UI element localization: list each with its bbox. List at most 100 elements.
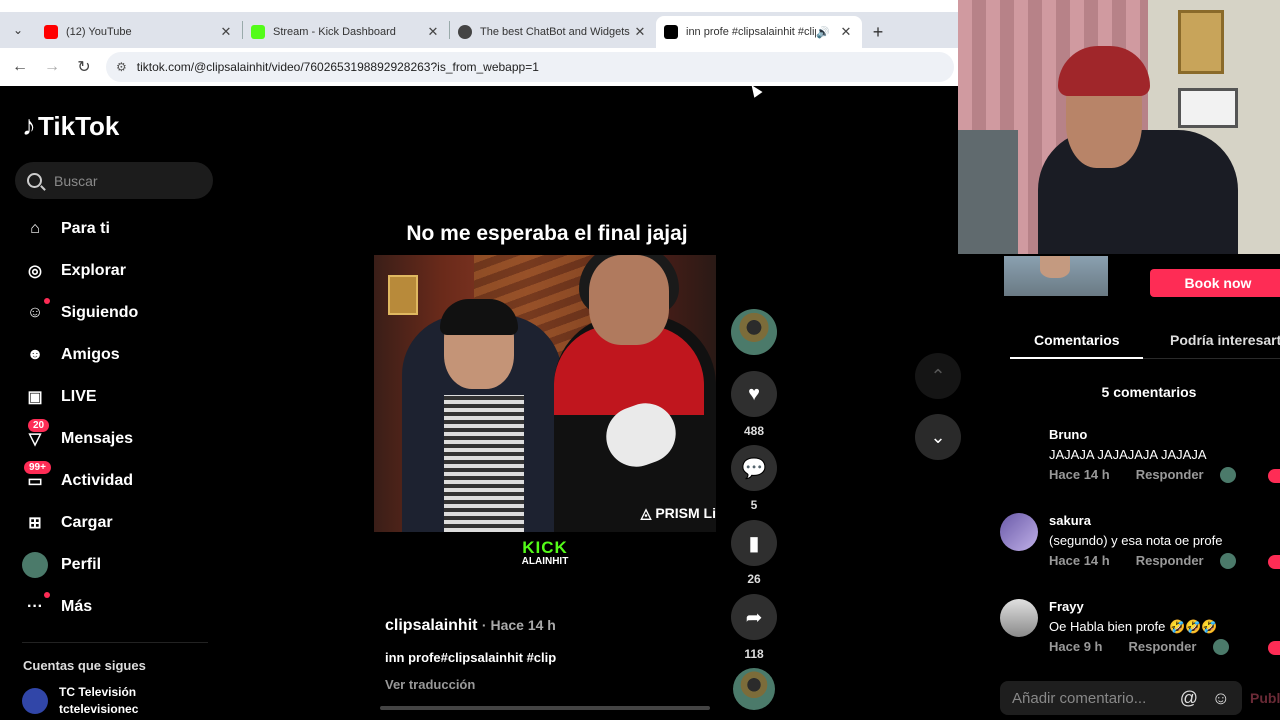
sidebar-item-label: Mensajes <box>61 430 134 447</box>
site-info-icon[interactable]: ⚙ <box>116 60 127 74</box>
forward-button[interactable]: → <box>36 51 68 83</box>
sidebar-item-perfil[interactable]: Perfil <box>22 550 101 580</box>
ad-thumbnail[interactable] <box>1004 256 1108 296</box>
like-button[interactable]: ♥ <box>731 371 777 417</box>
heart-icon[interactable] <box>1268 641 1280 655</box>
active-tab-indicator <box>1010 357 1143 359</box>
comment-time: Hace 14 h <box>1049 553 1110 568</box>
comment-author[interactable]: sakura <box>1049 513 1091 528</box>
like-count: 488 <box>743 424 765 438</box>
video-player[interactable]: ◬ PRISM Li <box>374 255 716 532</box>
new-tab-button[interactable]: + <box>862 16 894 48</box>
friends-icon: ☻ <box>26 346 44 363</box>
tiktok-sidebar: ♪ TikTok Buscar ⌂ Para ti ◎ Explorar ☺ S… <box>0 88 230 720</box>
logo-text: TikTok <box>38 110 120 141</box>
video-person <box>589 255 669 345</box>
video-progress-bar[interactable] <box>380 706 710 710</box>
creator-liked-avatar <box>1213 639 1229 655</box>
avatar[interactable] <box>1000 513 1038 551</box>
mention-icon[interactable]: @ <box>1180 688 1198 709</box>
sidebar-item-explorar[interactable]: ◎ Explorar <box>22 256 126 286</box>
sidebar-item-label: Amigos <box>61 346 120 363</box>
comment-author[interactable]: Frayy <box>1049 599 1084 614</box>
sidebar-item-label: Más <box>61 598 93 615</box>
close-icon[interactable]: ✕ <box>632 24 648 40</box>
youtube-icon <box>44 25 58 39</box>
share-button[interactable]: ➦ <box>731 594 777 640</box>
tiktok-logo[interactable]: ♪ TikTok <box>22 110 119 142</box>
activity-badge: 99+ <box>24 461 51 474</box>
tab-podria-interesarte[interactable]: Podría interesarte <box>1170 332 1280 348</box>
creator-liked-avatar <box>1220 553 1236 569</box>
tab-youtube[interactable]: (12) YouTube ✕ <box>36 16 242 48</box>
avatar[interactable] <box>1000 427 1038 465</box>
tab-search-button[interactable]: ⌄ <box>0 12 36 48</box>
back-button[interactable]: ← <box>4 51 36 83</box>
following-account[interactable]: TC Televisión tctelevisionec <box>22 684 138 718</box>
save-button[interactable]: ▮ <box>731 520 777 566</box>
comments-count: 5 comentarios <box>1101 384 1197 400</box>
translate-link[interactable]: Ver traducción <box>385 677 475 692</box>
chevron-up-icon: ⌃ <box>930 365 946 386</box>
book-now-button[interactable]: Book now <box>1150 269 1280 297</box>
author-avatar[interactable] <box>731 309 777 355</box>
tiktok-icon <box>664 25 678 39</box>
watermark-text: PRISM Li <box>655 505 716 521</box>
sidebar-item-actividad[interactable]: ▭ 99+ Actividad <box>22 461 133 496</box>
sidebar-item-label: Perfil <box>61 556 102 573</box>
kick-logo-top: KICK <box>522 538 568 557</box>
sidebar-item-siguiendo[interactable]: ☺ Siguiendo <box>22 298 138 328</box>
search-input[interactable]: Buscar <box>15 162 213 199</box>
tab-chatbot[interactable]: The best ChatBot and Widgets ✕ <box>450 16 656 48</box>
sidebar-item-live[interactable]: ▣ LIVE <box>22 382 96 412</box>
url-field[interactable]: ⚙ tiktok.com/@clipsalainhit/video/760265… <box>106 52 954 82</box>
browser-tab-bar: ⌄ (12) YouTube ✕ Stream - Kick Dashboard… <box>0 12 958 48</box>
reply-button[interactable]: Responder <box>1136 553 1204 568</box>
comment-meta: Hace 14 h Responder <box>1049 467 1204 482</box>
upload-icon: ⊞ <box>28 515 42 532</box>
tab-kick-dashboard[interactable]: Stream - Kick Dashboard ✕ <box>243 16 449 48</box>
video-watermark: ◬ PRISM Li <box>641 505 716 522</box>
comment-count: 5 <box>750 498 758 512</box>
sidebar-item-label: Cargar <box>61 514 113 531</box>
author-name[interactable]: clipsalainhit <box>385 617 477 634</box>
close-icon[interactable]: ✕ <box>218 24 234 40</box>
kick-icon <box>251 25 265 39</box>
tab-comments[interactable]: Comentarios <box>1034 332 1120 348</box>
sidebar-item-cargar[interactable]: ⊞ Cargar <box>22 508 113 538</box>
tiktok-note-icon: ♪ <box>22 110 36 141</box>
comment-icon: 💬 <box>741 457 767 480</box>
comment-author[interactable]: Bruno <box>1049 427 1087 442</box>
next-video-button[interactable]: ⌄ <box>915 414 961 460</box>
search-placeholder: Buscar <box>54 172 98 189</box>
close-icon[interactable]: ✕ <box>425 24 441 40</box>
tab-label: Stream - Kick Dashboard <box>273 26 396 38</box>
sidebar-item-mas[interactable]: ··· Más <box>22 592 92 622</box>
heart-icon[interactable] <box>1268 469 1280 483</box>
speaker-icon[interactable]: 🔊 <box>816 26 830 39</box>
heart-icon[interactable] <box>1268 555 1280 569</box>
comment-input[interactable]: Añadir comentario... @ ☺ <box>1000 681 1242 715</box>
prism-icon: ◬ <box>640 505 656 521</box>
reply-button[interactable]: Responder <box>1128 639 1196 654</box>
avatar <box>22 688 48 714</box>
comments-tabs: Comentarios Podría interesarte <box>1010 322 1280 359</box>
comment-button[interactable]: 💬 <box>731 445 777 491</box>
previous-video-button[interactable]: ⌃ <box>915 353 961 399</box>
reload-button[interactable]: ↻ <box>68 51 100 83</box>
video-author[interactable]: clipsalainhit · Hace 14 h <box>385 617 556 635</box>
music-disc-avatar[interactable] <box>733 668 775 710</box>
reply-button[interactable]: Responder <box>1136 467 1204 482</box>
sidebar-item-mensajes[interactable]: ▽ 20 Mensajes <box>22 419 134 454</box>
webcam-background <box>1178 10 1224 74</box>
post-button[interactable]: Publ <box>1250 690 1280 706</box>
streamer <box>1038 130 1238 254</box>
avatar[interactable] <box>1000 599 1038 637</box>
sidebar-item-para-ti[interactable]: ⌂ Para ti <box>22 214 110 244</box>
webcam-background <box>958 130 1018 254</box>
tab-tiktok[interactable]: inn profe #clipsalainhit #clip 🔊 ✕ <box>656 16 862 48</box>
emoji-icon[interactable]: ☺ <box>1212 688 1230 709</box>
sidebar-item-amigos[interactable]: ☻ Amigos <box>22 340 120 370</box>
sidebar-divider <box>22 642 208 643</box>
close-icon[interactable]: ✕ <box>838 24 854 40</box>
